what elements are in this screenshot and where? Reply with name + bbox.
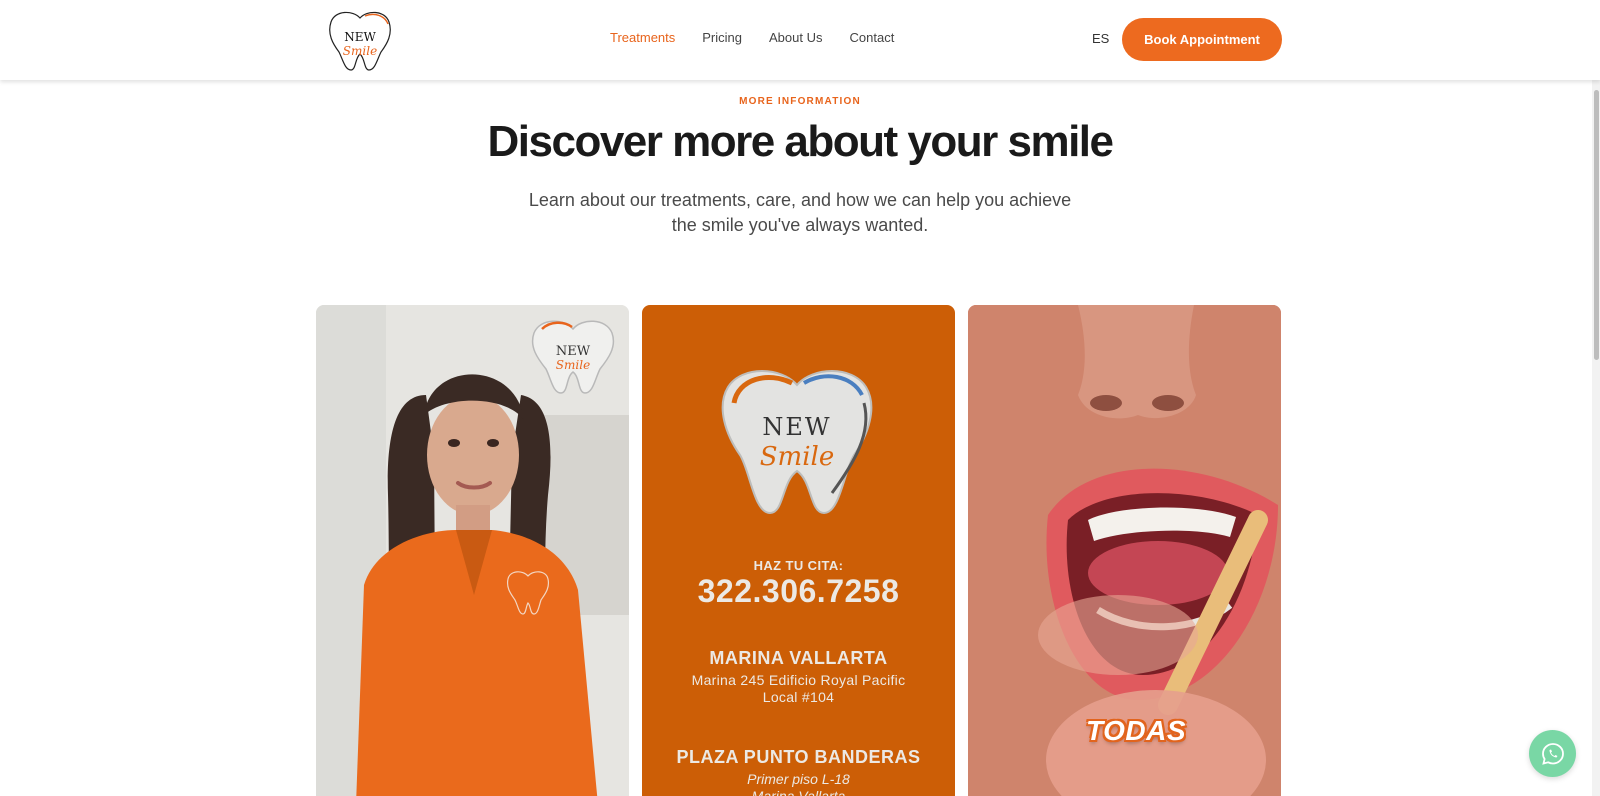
location1-name: MARINA VALLARTA (709, 648, 888, 668)
nav-item-treatments[interactable]: Treatments (610, 30, 675, 45)
card-brushing-photo[interactable]: TODAS (968, 305, 1281, 796)
site-header: NEW Smile Treatments Pricing About Us Co… (0, 0, 1600, 80)
logo-word-new: NEW (344, 30, 376, 44)
staff-photo: NEW Smile (316, 305, 629, 796)
location2-address-line1: Primer piso L-18 (747, 771, 850, 787)
svg-text:Smile: Smile (760, 442, 834, 472)
section-eyebrow: MORE INFORMATION (739, 96, 861, 107)
location2-name: PLAZA PUNTO BANDERAS (676, 747, 921, 767)
nav-item-about-us[interactable]: About Us (769, 30, 822, 45)
brand-logo[interactable]: NEW Smile (325, 8, 395, 72)
svg-text:Smile: Smile (556, 358, 590, 372)
location1-address-line1: Marina 245 Edificio Royal Pacific (691, 672, 906, 688)
page-scrollbar-thumb[interactable] (1594, 90, 1599, 360)
logo-word-smile: Smile (343, 44, 377, 58)
brushing-overlay-text: TODAS (1086, 715, 1186, 746)
card-logo-icon: NEW Smile (721, 370, 873, 515)
location2-address-line2: Marina Vallarta (751, 788, 846, 796)
section-title: Discover more about your smile (487, 117, 1115, 166)
svg-text:NEW: NEW (556, 344, 591, 359)
whatsapp-icon (1541, 742, 1564, 765)
section-lead: Learn about our treatments, care, and ho… (520, 188, 1080, 238)
location1-address-line2: Local #104 (762, 689, 835, 705)
nav-item-contact[interactable]: Contact (850, 30, 895, 45)
main-nav: Treatments Pricing About Us Contact (610, 30, 894, 45)
nav-item-pricing[interactable]: Pricing (702, 30, 742, 45)
section-lead-line2: the smile you've always wanted. (671, 215, 929, 235)
tooth-logo-icon: NEW Smile (329, 11, 391, 71)
cta-label: HAZ TU CITA: (753, 558, 844, 573)
svg-text:NEW: NEW (762, 413, 831, 441)
book-appointment-button[interactable]: Book Appointment (1122, 18, 1282, 61)
phone-number[interactable]: 322.306.7258 (642, 573, 955, 610)
section-lead-line1: Learn about our treatments, care, and ho… (528, 190, 1072, 210)
language-toggle[interactable]: ES (1092, 31, 1109, 46)
whatsapp-button[interactable] (1529, 730, 1576, 777)
page: NEW Smile Treatments Pricing About Us Co… (0, 0, 1600, 796)
card-contact-info[interactable]: NEW Smile HAZ TU CITA: 322.306.7258 MARI… (642, 305, 955, 796)
card-staff-photo[interactable]: NEW Smile (316, 305, 629, 796)
